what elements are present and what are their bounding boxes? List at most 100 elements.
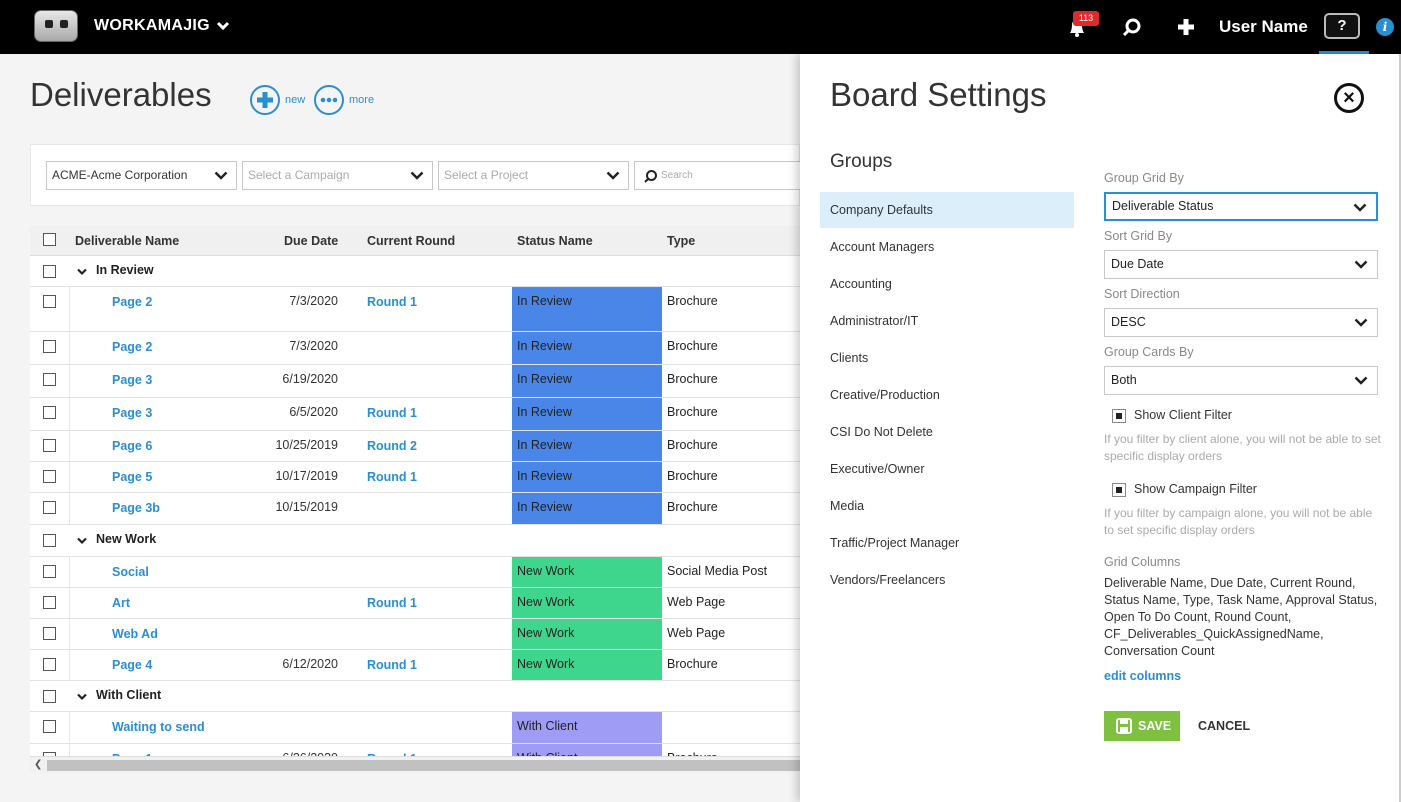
group-row[interactable]: In Review: [30, 256, 800, 287]
plus-icon[interactable]: [1175, 16, 1197, 38]
column-header[interactable]: Current Round: [367, 234, 455, 248]
row-checkbox[interactable]: [43, 627, 56, 640]
table-row[interactable]: Web Ad New Work Web Page: [30, 619, 800, 650]
close-icon[interactable]: ×: [1334, 83, 1364, 113]
help-button[interactable]: ?: [1324, 13, 1360, 39]
project-select[interactable]: Select a Project: [438, 161, 629, 190]
row-divider: [69, 493, 70, 524]
edit-columns-link[interactable]: edit columns: [1104, 669, 1181, 683]
group-row[interactable]: With Client: [30, 681, 800, 712]
group-list-item[interactable]: Vendors/Freelancers: [820, 562, 1074, 598]
current-round-link[interactable]: Round 1: [367, 470, 417, 484]
table-row[interactable]: Page 2 7/3/2020 Round 1 In Review Brochure: [30, 287, 800, 332]
deliverable-name-link[interactable]: Page 2: [112, 295, 152, 309]
group-cards-by-select[interactable]: Both: [1104, 366, 1378, 395]
column-header[interactable]: Due Date: [284, 234, 338, 248]
column-header[interactable]: Deliverable Name: [75, 234, 179, 248]
chevron-down-icon[interactable]: [77, 693, 87, 701]
checkbox-checked-icon[interactable]: [1112, 483, 1126, 497]
deliverable-name-link[interactable]: Page 2: [112, 340, 152, 354]
more-label[interactable]: more: [349, 94, 374, 106]
row-checkbox[interactable]: [43, 658, 56, 671]
group-list-item[interactable]: CSI Do Not Delete: [820, 414, 1074, 450]
deliverable-name-link[interactable]: Art: [112, 596, 130, 610]
group-list-item[interactable]: Account Managers: [820, 229, 1074, 265]
campaign-select[interactable]: Select a Campaign: [242, 161, 433, 190]
scrollbar-thumb[interactable]: [47, 760, 800, 771]
select-all-checkbox[interactable]: [43, 233, 56, 246]
chevron-down-icon[interactable]: [77, 268, 87, 276]
table-row[interactable]: Waiting to send With Client: [30, 712, 800, 744]
sort-grid-by-select[interactable]: Due Date: [1104, 250, 1378, 279]
horizontal-scrollbar[interactable]: ❮: [30, 756, 800, 773]
deliverable-name-link[interactable]: Waiting to send: [112, 720, 205, 734]
chevron-down-icon[interactable]: [77, 537, 87, 545]
table-row[interactable]: Art Round 1 New Work Web Page: [30, 588, 800, 619]
row-checkbox[interactable]: [43, 501, 56, 514]
group-list-item[interactable]: Administrator/IT: [820, 303, 1074, 339]
table-row[interactable]: Page 3 6/19/2020 In Review Brochure: [30, 365, 800, 398]
group-list-item[interactable]: Executive/Owner: [820, 451, 1074, 487]
current-round-link[interactable]: Round 2: [367, 439, 417, 453]
current-round-link[interactable]: Round 1: [367, 658, 417, 672]
row-checkbox[interactable]: [43, 265, 56, 278]
table-row[interactable]: Page 3b 10/15/2019 In Review Brochure: [30, 493, 800, 525]
sort-direction-select[interactable]: DESC: [1104, 308, 1378, 337]
row-checkbox[interactable]: [43, 470, 56, 483]
group-list-item[interactable]: Media: [820, 488, 1074, 524]
table-row[interactable]: Page 4 6/12/2020 Round 1 New Work Brochure: [30, 650, 800, 681]
deliverable-name-link[interactable]: Page 4: [112, 658, 152, 672]
deliverable-name-link[interactable]: Page 3: [112, 406, 152, 420]
group-row[interactable]: New Work: [30, 525, 800, 557]
table-row[interactable]: Social New Work Social Media Post: [30, 557, 800, 588]
current-round-link[interactable]: Round 1: [367, 596, 417, 610]
client-select[interactable]: ACME-Acme Corporation: [46, 161, 237, 190]
table-row[interactable]: Page 5 10/17/2019 Round 1 In Review Brochure: [30, 462, 800, 493]
app-logo[interactable]: [34, 10, 78, 42]
deliverable-name-link[interactable]: Page 3: [112, 373, 152, 387]
row-checkbox[interactable]: [43, 720, 56, 733]
group-grid-by-select[interactable]: Deliverable Status: [1104, 192, 1378, 221]
user-name[interactable]: User Name: [1219, 17, 1308, 37]
row-checkbox[interactable]: [43, 406, 56, 419]
search-icon[interactable]: [1121, 16, 1143, 38]
search-input[interactable]: Search: [634, 161, 814, 190]
row-checkbox[interactable]: [43, 690, 56, 703]
group-list-item[interactable]: Creative/Production: [820, 377, 1074, 413]
deliverable-name-link[interactable]: Page 6: [112, 439, 152, 453]
checkbox-checked-icon[interactable]: [1112, 409, 1126, 423]
scroll-left-icon[interactable]: ❮: [34, 759, 42, 770]
info-icon[interactable]: i: [1376, 18, 1394, 36]
table-row[interactable]: Page 6 10/25/2019 Round 2 In Review Brochure: [30, 431, 800, 462]
status-cell: In Review: [512, 287, 662, 331]
more-button[interactable]: [314, 85, 344, 115]
new-button[interactable]: [250, 85, 280, 115]
deliverable-name-link[interactable]: Social: [112, 565, 149, 579]
column-header[interactable]: Type: [667, 234, 695, 248]
cancel-button[interactable]: CANCEL: [1198, 719, 1250, 733]
row-checkbox[interactable]: [43, 565, 56, 578]
group-list-item[interactable]: Traffic/Project Manager: [820, 525, 1074, 561]
row-checkbox[interactable]: [43, 373, 56, 386]
group-list-item[interactable]: Accounting: [820, 266, 1074, 302]
row-checkbox[interactable]: [43, 596, 56, 609]
row-checkbox[interactable]: [43, 439, 56, 452]
group-list-item[interactable]: Company Defaults: [820, 192, 1074, 228]
table-row[interactable]: Page 16/26/2020Round 1With ClientBrochur…: [30, 744, 800, 756]
table-row[interactable]: Page 3 6/5/2020 Round 1 In Review Brochure: [30, 398, 800, 431]
current-round-link[interactable]: Round 1: [367, 406, 417, 420]
current-round-link[interactable]: Round 1: [367, 295, 417, 309]
deliverable-name-link[interactable]: Page 5: [112, 470, 152, 484]
row-checkbox[interactable]: [43, 340, 56, 353]
app-menu[interactable]: WORKAMAJIG: [94, 17, 230, 35]
table-row[interactable]: Page 2 7/3/2020 In Review Brochure: [30, 332, 800, 365]
deliverable-name-link[interactable]: Web Ad: [112, 627, 158, 641]
chevron-down-icon: [216, 21, 229, 31]
row-checkbox[interactable]: [43, 534, 56, 547]
column-header[interactable]: Status Name: [517, 234, 593, 248]
group-list-item[interactable]: Clients: [820, 340, 1074, 376]
row-checkbox[interactable]: [43, 295, 56, 308]
deliverable-name-link[interactable]: Page 3b: [112, 501, 160, 515]
save-button[interactable]: SAVE: [1104, 711, 1180, 741]
new-label[interactable]: new: [285, 94, 305, 106]
